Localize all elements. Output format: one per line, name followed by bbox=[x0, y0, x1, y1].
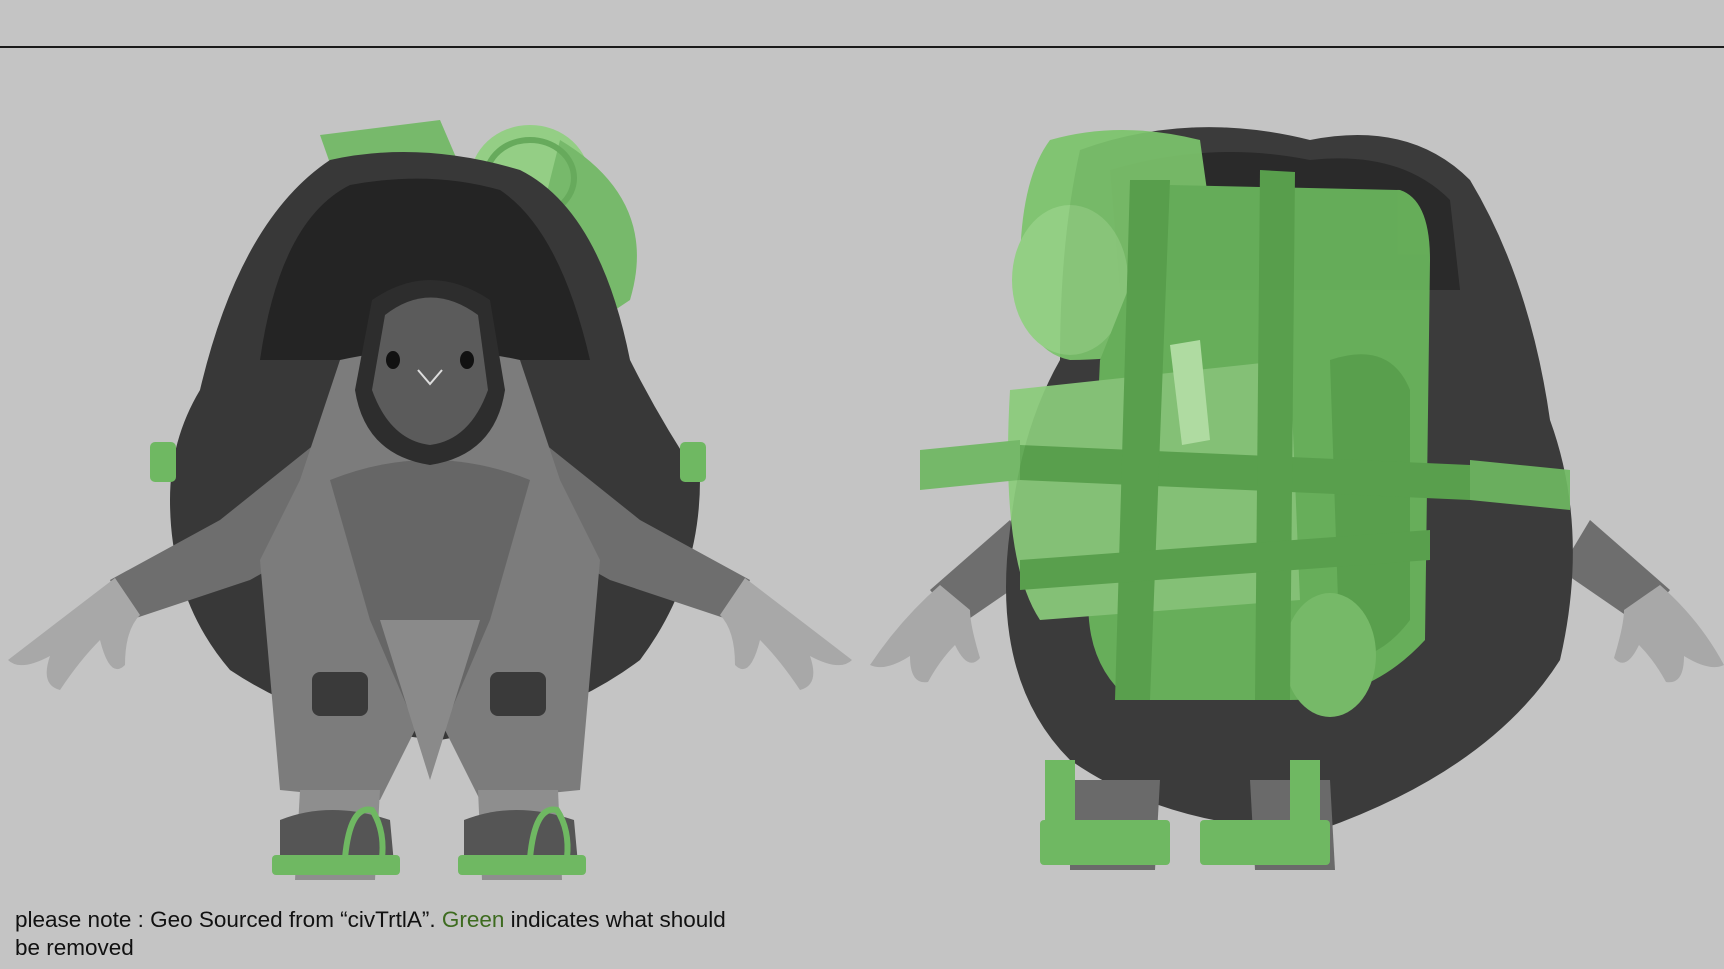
turtle-character-back-icon bbox=[870, 127, 1724, 870]
note-highlight: Green bbox=[441, 907, 505, 932]
front-strap-right bbox=[680, 442, 706, 482]
back-view bbox=[870, 60, 1724, 890]
front-sandals bbox=[272, 806, 586, 875]
front-head bbox=[355, 280, 505, 465]
header-divider bbox=[0, 46, 1724, 48]
note-prefix: please note : Geo Sourced from “civTrtlA… bbox=[15, 907, 442, 932]
front-strap-left bbox=[150, 442, 176, 482]
removal-note: please note : Geo Sourced from “civTrtlA… bbox=[15, 906, 735, 962]
front-hand-right bbox=[720, 578, 852, 690]
front-view bbox=[0, 60, 870, 890]
front-hand-left bbox=[8, 578, 140, 690]
turtle-character-front-icon bbox=[8, 120, 852, 880]
